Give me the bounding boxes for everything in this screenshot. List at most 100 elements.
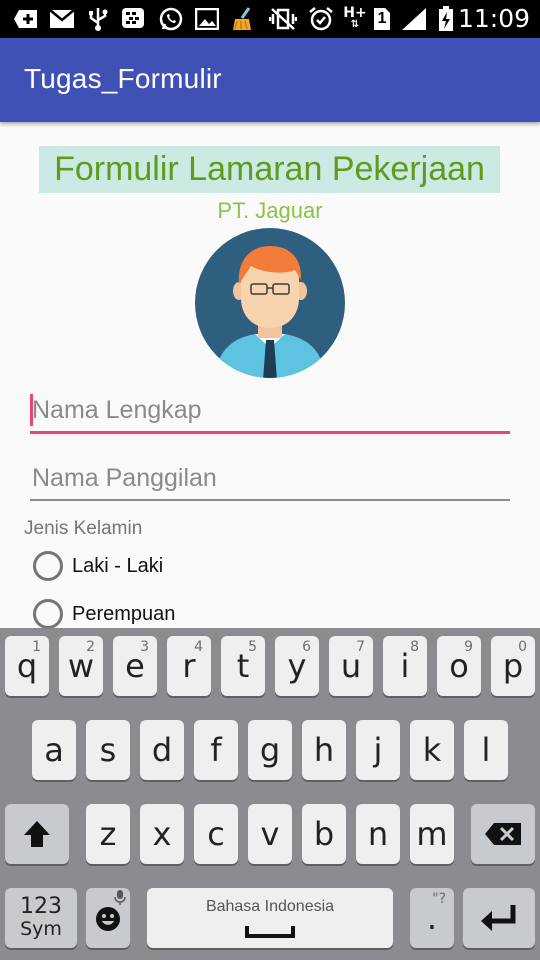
- backspace-key[interactable]: [471, 804, 535, 864]
- mic-icon: [114, 889, 126, 909]
- period-hint: "?: [432, 891, 446, 907]
- radio-label-female: Perempuan: [72, 602, 176, 625]
- key-y[interactable]: y6: [275, 636, 319, 696]
- radio-option-female[interactable]: Perempuan: [33, 599, 175, 629]
- image-icon: [194, 7, 220, 31]
- key-r[interactable]: r4: [167, 636, 211, 696]
- key-letter: d: [151, 731, 173, 769]
- key-e[interactable]: e3: [113, 636, 157, 696]
- key-letter: l: [481, 731, 491, 769]
- key-t[interactable]: t5: [221, 636, 265, 696]
- add-box-icon: [12, 7, 40, 31]
- space-bar-icon: [245, 926, 295, 938]
- shift-key[interactable]: [5, 804, 69, 864]
- key-hint: 1: [32, 639, 41, 655]
- full-name-input[interactable]: [30, 390, 510, 431]
- key-letter: i: [400, 647, 410, 685]
- key-g[interactable]: g: [248, 720, 292, 780]
- vibrate-off-icon: [268, 7, 298, 31]
- hplus-label: H+: [343, 5, 367, 21]
- gender-label: Jenis Kelamin: [24, 518, 143, 539]
- key-hint: 7: [356, 639, 365, 655]
- radio-button-female[interactable]: [33, 599, 63, 629]
- battery-charging-icon: [436, 6, 456, 31]
- text-cursor: [30, 394, 33, 426]
- key-letter: b: [313, 815, 335, 853]
- key-letter: c: [207, 815, 225, 853]
- nickname-input[interactable]: [30, 457, 510, 499]
- key-n[interactable]: n: [356, 804, 400, 864]
- key-hint: 6: [302, 639, 311, 655]
- symbols-bottom: Sym: [20, 918, 62, 940]
- key-c[interactable]: c: [194, 804, 238, 864]
- key-hint: 3: [140, 639, 149, 655]
- key-q[interactable]: q1: [5, 636, 49, 696]
- key-letter: a: [44, 731, 64, 769]
- key-d[interactable]: d: [140, 720, 184, 780]
- status-bar: H+ ⇅ 1 11:09: [0, 0, 540, 38]
- bbm-icon: [120, 7, 146, 31]
- form-subtitle: PT. Jaguar: [217, 198, 323, 223]
- emoji-key[interactable]: [86, 888, 130, 948]
- key-hint: 8: [410, 639, 419, 655]
- key-hint: 4: [194, 639, 203, 655]
- key-z[interactable]: z: [86, 804, 130, 864]
- alarm-icon: [308, 7, 334, 31]
- app-title: Tugas_Formulir: [24, 63, 222, 94]
- key-letter: x: [152, 815, 172, 853]
- space-key[interactable]: Bahasa Indonesia: [147, 888, 393, 948]
- key-b[interactable]: b: [302, 804, 346, 864]
- key-l[interactable]: l: [464, 720, 508, 780]
- soft-keyboard: q1 w2 e3 r4 t5 y6 u7 i8 o9 p0 a s d f g …: [0, 628, 540, 960]
- symbols-key[interactable]: 123 Sym: [5, 888, 77, 948]
- form-title: Formulir Lamaran Pekerjaan: [39, 146, 500, 193]
- key-letter: j: [373, 731, 383, 769]
- key-o[interactable]: o9: [437, 636, 481, 696]
- key-hint: 5: [248, 639, 257, 655]
- backspace-icon: [485, 823, 521, 845]
- sim1-icon: 1: [372, 7, 392, 31]
- key-letter: h: [313, 731, 335, 769]
- sim-label: 1: [377, 10, 387, 27]
- key-s[interactable]: s: [86, 720, 130, 780]
- radio-option-male[interactable]: Laki - Laki: [33, 551, 163, 581]
- key-v[interactable]: v: [248, 804, 292, 864]
- hplus-data-icon: H+ ⇅: [342, 5, 368, 31]
- symbols-top: 123: [20, 894, 62, 919]
- signal-icon: [400, 7, 428, 31]
- key-k[interactable]: k: [410, 720, 454, 780]
- radio-button-male[interactable]: [33, 551, 63, 581]
- key-u[interactable]: u7: [329, 636, 373, 696]
- key-hint: 0: [518, 639, 527, 655]
- key-h[interactable]: h: [302, 720, 346, 780]
- full-name-field[interactable]: [30, 390, 510, 434]
- key-hint: 9: [464, 639, 473, 655]
- period-key[interactable]: . "?: [410, 888, 454, 948]
- key-letter: n: [367, 815, 389, 853]
- enter-icon: [481, 905, 516, 931]
- key-hint: 2: [86, 639, 95, 655]
- key-j[interactable]: j: [356, 720, 400, 780]
- key-letter: k: [422, 731, 442, 769]
- key-p[interactable]: p0: [491, 636, 535, 696]
- key-letter: s: [99, 731, 117, 769]
- cleaner-icon: [230, 7, 256, 31]
- key-letter: v: [260, 815, 280, 853]
- data-arrows: ⇅: [350, 19, 360, 30]
- key-a[interactable]: a: [32, 720, 76, 780]
- key-i[interactable]: i8: [383, 636, 427, 696]
- enter-key[interactable]: [463, 888, 535, 948]
- key-w[interactable]: w2: [59, 636, 103, 696]
- shift-icon: [24, 821, 50, 847]
- key-x[interactable]: x: [140, 804, 184, 864]
- symbols-label: 123 Sym: [20, 894, 62, 941]
- key-letter: m: [416, 815, 448, 853]
- nickname-field[interactable]: [30, 457, 510, 501]
- key-letter: z: [99, 815, 117, 853]
- space-language-label: Bahasa Indonesia: [205, 898, 335, 915]
- key-f[interactable]: f: [194, 720, 238, 780]
- key-m[interactable]: m: [410, 804, 454, 864]
- status-time: 11:09: [457, 4, 530, 33]
- key-letter: f: [210, 731, 222, 769]
- usb-icon: [86, 7, 110, 31]
